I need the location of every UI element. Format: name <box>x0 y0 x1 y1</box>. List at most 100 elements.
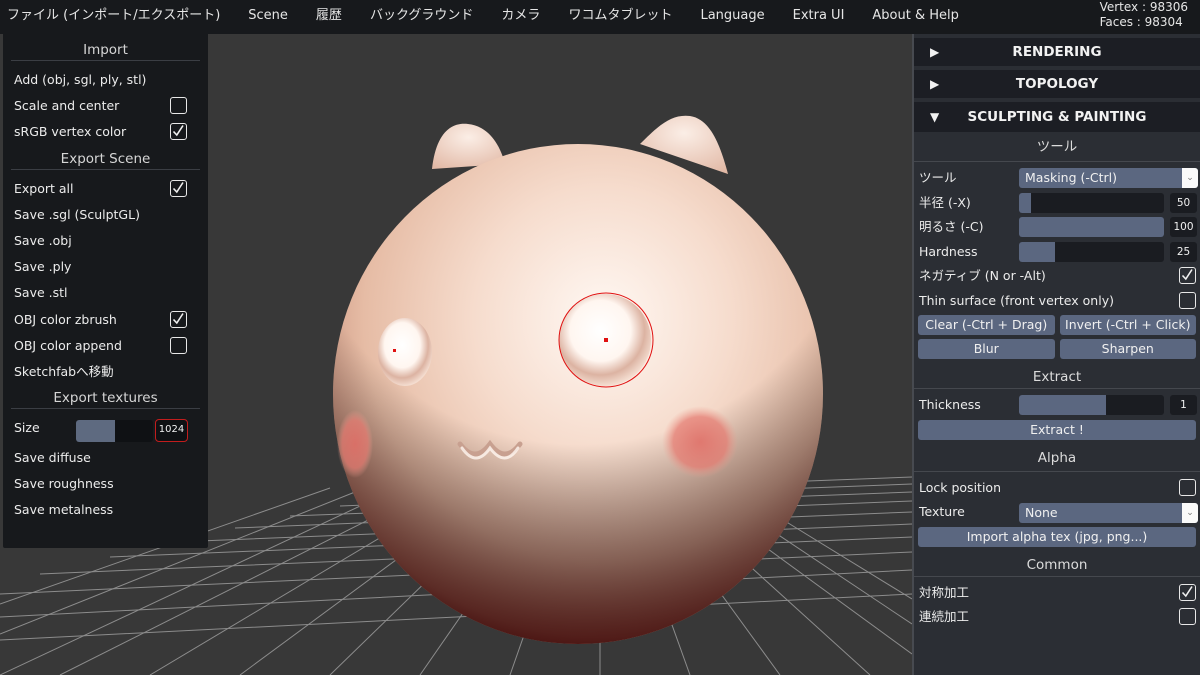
menu-background[interactable]: バックグラウンド <box>356 0 487 34</box>
intensity-label: 明るさ (-C) <box>919 219 984 234</box>
intensity-slider-fill <box>1019 217 1164 237</box>
mask-actions-row-1: Clear (-Ctrl + Drag) Invert (-Ctrl + Cli… <box>914 313 1200 337</box>
obj-append-checkbox[interactable] <box>170 336 187 354</box>
thickness-value-input[interactable]: 1 <box>1170 395 1197 415</box>
blur-mask-button[interactable]: Blur <box>918 339 1055 359</box>
chevron-down-icon[interactable]: ⌄ <box>1182 503 1198 523</box>
invert-mask-button[interactable]: Invert (-Ctrl + Click) <box>1059 315 1196 335</box>
radius-slider-fill <box>1019 192 1031 213</box>
tool-select-value: Masking (-Ctrl) <box>1025 170 1118 185</box>
save-ply-button[interactable]: Save .ply <box>3 254 208 280</box>
radius-slider[interactable] <box>1019 192 1164 213</box>
brush-center-dot <box>604 338 608 342</box>
menu-extra-ui[interactable]: Extra UI <box>779 0 859 34</box>
hardness-row: Hardness 25 <box>914 240 1200 265</box>
save-metalness-button[interactable]: Save metalness <box>3 497 208 523</box>
symmetry-label: 対称加工 <box>919 584 970 600</box>
chevron-down-icon[interactable]: ⌄ <box>1182 168 1198 188</box>
symmetry-center-dot <box>393 349 396 352</box>
thickness-row: Thickness 1 <box>914 393 1200 418</box>
srgb-option[interactable]: sRGB vertex color <box>3 119 208 145</box>
thickness-slider-fill <box>1019 395 1106 415</box>
lock-position-checkbox[interactable] <box>1179 478 1196 496</box>
save-stl-button[interactable]: Save .stl <box>3 280 208 306</box>
thin-surface-option[interactable]: Thin surface (front vertex only) <box>914 289 1200 314</box>
import-alpha-button[interactable]: Import alpha tex (jpg, png...) <box>918 526 1196 547</box>
thickness-slider[interactable] <box>1019 395 1164 415</box>
menu-history[interactable]: 履歴 <box>302 0 356 34</box>
expand-arrow-icon: ▶ <box>930 77 940 91</box>
texture-size-slider[interactable] <box>76 420 153 443</box>
obj-zbrush-option[interactable]: OBJ color zbrush <box>3 307 208 333</box>
menu-wacom-tablet[interactable]: ワコムタブレット <box>554 0 686 34</box>
extract-button[interactable]: Extract ! <box>918 419 1196 440</box>
obj-append-option[interactable]: OBJ color append <box>3 333 208 359</box>
export-all-option[interactable]: Export all <box>3 176 208 202</box>
continuous-checkbox[interactable] <box>1179 608 1196 625</box>
save-diffuse-button[interactable]: Save diffuse <box>3 445 208 471</box>
srgb-checkbox[interactable] <box>170 123 187 141</box>
intensity-slider[interactable] <box>1019 217 1164 237</box>
add-mesh-button[interactable]: Add (obj, sgl, ply, stl) <box>3 67 208 93</box>
section-rendering-label: RENDERING <box>1012 44 1102 60</box>
negative-label: ネガティブ (N or -Alt) <box>919 268 1046 283</box>
left-cheek <box>337 410 373 478</box>
right-cheek <box>662 406 738 478</box>
export-all-label: Export all <box>14 180 74 196</box>
menu-file[interactable]: ファイル (インポート/エクスポート) <box>0 0 234 34</box>
sharpen-mask-button[interactable]: Sharpen <box>1059 339 1196 359</box>
sketchfab-button[interactable]: Sketchfabへ移動 <box>3 359 208 385</box>
texture-size-input[interactable]: 1024 <box>155 419 188 443</box>
radius-value-input[interactable]: 50 <box>1170 192 1197 213</box>
menu-language[interactable]: Language <box>686 0 778 34</box>
menu-about-help[interactable]: About & Help <box>858 0 972 34</box>
tool-select[interactable]: Masking (-Ctrl) ⌄ <box>1019 168 1198 188</box>
lock-position-label: Lock position <box>919 479 1001 495</box>
texture-size-slider-fill <box>76 420 115 443</box>
scale-center-checkbox[interactable] <box>170 97 187 115</box>
symmetry-checkbox[interactable] <box>1179 583 1196 601</box>
expand-arrow-icon: ▶ <box>930 45 940 59</box>
section-rendering[interactable]: ▶ RENDERING <box>914 38 1200 66</box>
symmetry-option[interactable]: 対称加工 <box>914 581 1200 606</box>
section-sculpting-painting[interactable]: ▼ SCULPTING & PAINTING <box>914 102 1200 132</box>
export-scene-header: Export Scene <box>11 146 200 170</box>
texture-size-row: Size 1024 <box>3 415 208 445</box>
hardness-value-input[interactable]: 25 <box>1170 241 1197 262</box>
save-obj-button[interactable]: Save .obj <box>3 228 208 254</box>
obj-append-label: OBJ color append <box>14 337 122 353</box>
save-sgl-button[interactable]: Save .sgl (SculptGL) <box>3 202 208 228</box>
tool-row: ツール Masking (-Ctrl) ⌄ <box>914 166 1200 191</box>
checkmark-icon <box>1181 269 1193 281</box>
texture-label: Texture <box>919 504 965 519</box>
save-roughness-button[interactable]: Save roughness <box>3 471 208 497</box>
negative-checkbox[interactable] <box>1179 267 1196 284</box>
continuous-option[interactable]: 連続加工 <box>914 605 1200 630</box>
sculptgl-app: ファイル (インポート/エクスポート) Scene 履歴 バックグラウンド カメ… <box>0 0 1200 675</box>
left-eye <box>378 318 432 386</box>
thin-surface-checkbox[interactable] <box>1179 291 1196 309</box>
tool-label: ツール <box>919 170 957 185</box>
obj-zbrush-checkbox[interactable] <box>170 310 187 328</box>
intensity-row: 明るさ (-C) 100 <box>914 215 1200 240</box>
menu-camera[interactable]: カメラ <box>487 0 554 34</box>
radius-row: 半径 (-X) 50 <box>914 191 1200 216</box>
hardness-slider[interactable] <box>1019 241 1164 262</box>
export-all-checkbox[interactable] <box>170 179 187 197</box>
checkmark-icon <box>172 125 184 137</box>
checkmark-icon <box>1181 585 1193 597</box>
radius-label: 半径 (-X) <box>919 194 971 210</box>
clear-mask-button[interactable]: Clear (-Ctrl + Drag) <box>918 315 1055 335</box>
intensity-value-input[interactable]: 100 <box>1170 217 1197 237</box>
negative-option[interactable]: ネガティブ (N or -Alt) <box>914 264 1200 289</box>
mesh-stats: Vertex : 98306 Faces : 98304 <box>1100 0 1188 30</box>
section-topology[interactable]: ▶ TOPOLOGY <box>914 70 1200 98</box>
menu-scene[interactable]: Scene <box>234 0 302 34</box>
lock-position-option[interactable]: Lock position <box>914 476 1200 501</box>
mask-actions-row-2: Blur Sharpen <box>914 337 1200 361</box>
texture-select[interactable]: None ⌄ <box>1019 503 1198 523</box>
scale-center-option[interactable]: Scale and center <box>3 93 208 119</box>
checkmark-icon <box>172 312 184 324</box>
tools-panel: ▶ RENDERING ▶ TOPOLOGY ▼ SCULPTING & PAI… <box>912 34 1200 675</box>
import-alpha-row: Import alpha tex (jpg, png...) <box>914 525 1200 549</box>
